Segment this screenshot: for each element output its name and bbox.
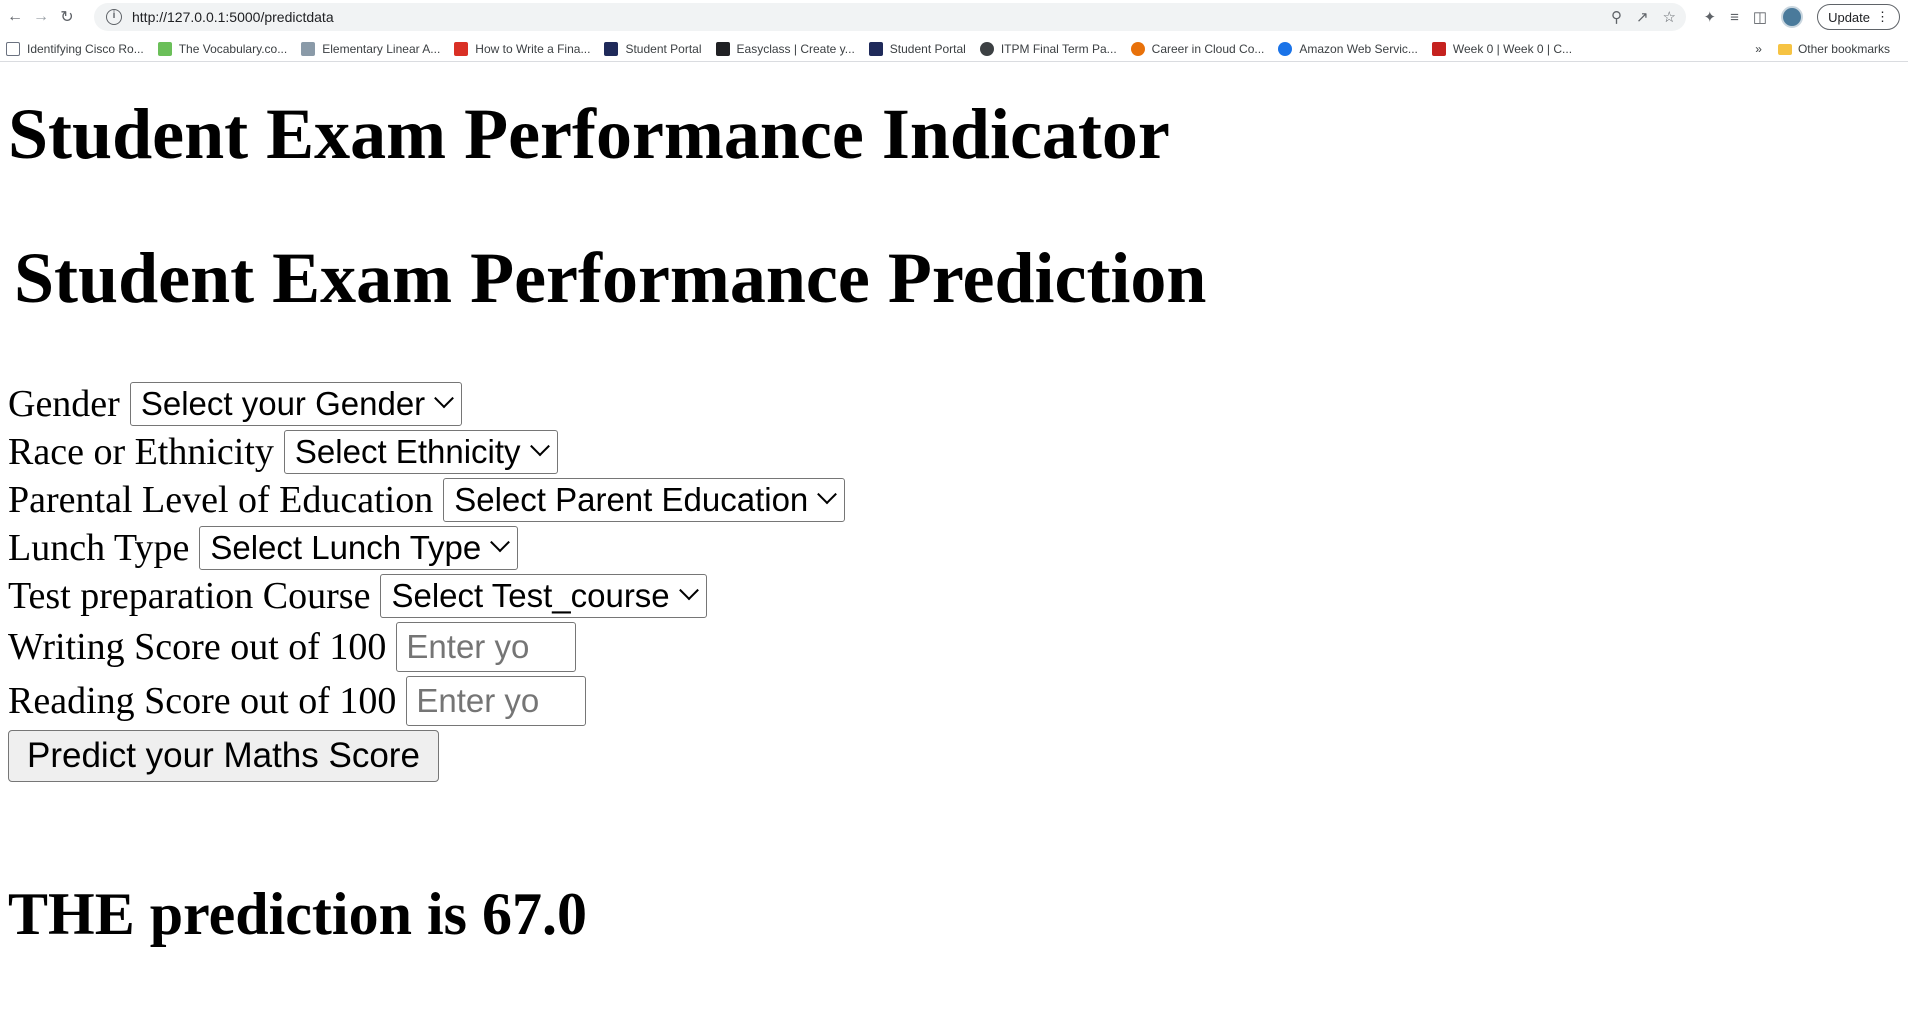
lunch-select[interactable]: Select Lunch Type [199, 526, 519, 570]
bookmark-item[interactable]: Week 0 | Week 0 | C... [1431, 41, 1573, 56]
bookmark-label: Identifying Cisco Ro... [27, 41, 144, 56]
bookmark-item[interactable]: ITPM Final Term Pa... [979, 41, 1117, 56]
parent-education-label: Parental Level of Education [8, 479, 434, 521]
page-subtitle: Student Exam Performance Prediction [14, 238, 1207, 318]
browser-toolbar: ← → ↻ i http://127.0.0.1:5000/predictdat… [0, 0, 1908, 34]
reading-score-label: Reading Score out of 100 [8, 680, 397, 722]
bookmark-favicon-icon [1278, 41, 1293, 56]
other-bookmarks-label: Other bookmarks [1797, 42, 1890, 56]
bookmark-label: Student Portal [625, 41, 702, 56]
writing-score-label: Writing Score out of 100 [8, 626, 387, 668]
test-prep-select-value: Select Test_course [391, 577, 670, 614]
bookmark-item[interactable]: Career in Cloud Co... [1130, 41, 1265, 56]
lunch-label: Lunch Type [8, 527, 190, 569]
bookmark-favicon-icon [301, 41, 316, 56]
site-info-icon[interactable]: i [106, 9, 122, 25]
more-menu-icon: ⋮ [1876, 9, 1889, 24]
bookmark-item[interactable]: The Vocabulary.co... [157, 41, 288, 56]
gender-select-value: Select your Gender [140, 385, 426, 422]
update-button[interactable]: Update ⋮ [1817, 4, 1900, 30]
bookmark-favicon-icon [715, 41, 730, 56]
parent-education-row: Parental Level of Education Select Paren… [8, 476, 846, 524]
reload-icon[interactable]: ↻ [56, 6, 78, 28]
lunch-row: Lunch Type Select Lunch Type [8, 524, 845, 572]
chevron-down-icon [817, 484, 838, 505]
bookmark-label: Easyclass | Create y... [736, 41, 855, 56]
bookmarks-bar: Identifying Cisco Ro... The Vocabulary.c… [0, 36, 1908, 62]
bookmark-label: Student Portal [889, 41, 966, 56]
share-icon[interactable]: ↗ [1636, 8, 1649, 26]
forward-arrow-icon[interactable]: → [30, 6, 52, 28]
gender-select[interactable]: Select your Gender [129, 382, 463, 426]
back-arrow-icon[interactable]: ← [4, 6, 26, 28]
ethnicity-label: Race or Ethnicity [8, 431, 274, 473]
prediction-result: THE prediction is 67.0 [8, 880, 587, 947]
bookmark-item[interactable]: Student Portal [604, 41, 702, 56]
writing-score-placeholder: Enter yo [406, 628, 530, 665]
zoom-icon[interactable]: ⚲ [1611, 8, 1622, 26]
test-prep-row: Test preparation Course Select Test_cour… [8, 572, 845, 620]
side-panel-icon[interactable]: ◫ [1753, 8, 1767, 26]
bookmark-item[interactable]: Elementary Linear A... [301, 41, 441, 56]
lunch-select-value: Select Lunch Type [210, 529, 482, 566]
reading-score-placeholder: Enter yo [416, 682, 540, 719]
bookmark-favicon-icon [1431, 41, 1446, 56]
bookmark-label: How to Write a Fina... [475, 41, 591, 56]
bookmark-item[interactable]: Amazon Web Servic... [1278, 41, 1418, 56]
bookmark-favicon-icon [1130, 41, 1145, 56]
folder-icon [1777, 43, 1792, 55]
bookmark-item[interactable]: How to Write a Fina... [454, 41, 591, 56]
chevron-down-icon [529, 436, 550, 457]
gender-row: Gender Select your Gender [8, 380, 845, 428]
prediction-form: Gender Select your Gender Race or Ethnic… [8, 380, 846, 782]
url-text[interactable]: http://127.0.0.1:5000/predictdata [132, 9, 334, 25]
ethnicity-select[interactable]: Select Ethnicity [283, 430, 558, 474]
bookmark-star-icon[interactable]: ☆ [1663, 8, 1676, 26]
bookmark-item[interactable]: Identifying Cisco Ro... [6, 41, 144, 56]
bookmark-item[interactable]: Easyclass | Create y... [715, 41, 855, 56]
extensions-puzzle-icon[interactable]: ✦ [1704, 8, 1717, 26]
parent-education-select-value: Select Parent Education [454, 481, 809, 518]
chevron-down-icon [490, 532, 511, 553]
other-bookmarks-folder[interactable]: Other bookmarks [1777, 42, 1890, 56]
bookmark-favicon-icon [157, 41, 172, 56]
parent-education-select[interactable]: Select Parent Education [443, 478, 846, 522]
ethnicity-select-value: Select Ethnicity [294, 433, 521, 470]
bookmark-label: The Vocabulary.co... [178, 41, 288, 56]
address-bar[interactable]: i http://127.0.0.1:5000/predictdata ⚲ ↗ … [94, 3, 1686, 31]
bookmark-label: Amazon Web Servic... [1299, 41, 1418, 56]
reading-score-input[interactable]: Enter yo [406, 676, 587, 726]
bookmark-item[interactable]: Student Portal [868, 41, 966, 56]
test-prep-select[interactable]: Select Test_course [380, 574, 707, 618]
bookmark-favicon-icon [868, 41, 883, 56]
bookmark-label: ITPM Final Term Pa... [1000, 41, 1117, 56]
gender-label: Gender [8, 383, 120, 425]
ethnicity-row: Race or Ethnicity Select Ethnicity [8, 428, 845, 476]
bookmark-label: Elementary Linear A... [322, 41, 441, 56]
reading-score-row: Reading Score out of 100 Enter yo [8, 674, 845, 728]
reading-list-icon[interactable]: ≡ [1730, 9, 1739, 26]
bookmark-favicon-icon [454, 41, 469, 56]
update-label: Update [1828, 9, 1870, 25]
profile-avatar[interactable] [1781, 6, 1804, 28]
bookmark-favicon-icon [6, 41, 20, 56]
writing-score-input[interactable]: Enter yo [396, 622, 577, 672]
bookmark-label: Week 0 | Week 0 | C... [1452, 41, 1573, 56]
more-bookmarks-chevron-icon[interactable]: » [1755, 42, 1762, 56]
writing-score-row: Writing Score out of 100 Enter yo [8, 620, 845, 674]
bookmark-favicon-icon [979, 41, 994, 56]
page-title: Student Exam Performance Indicator [8, 94, 1170, 174]
chevron-down-icon [434, 388, 455, 409]
predict-button[interactable]: Predict your Maths Score [8, 730, 439, 782]
bookmark-favicon-icon [604, 41, 619, 56]
test-prep-label: Test preparation Course [8, 575, 371, 617]
bookmark-label: Career in Cloud Co... [1151, 41, 1265, 56]
chevron-down-icon [678, 580, 699, 601]
